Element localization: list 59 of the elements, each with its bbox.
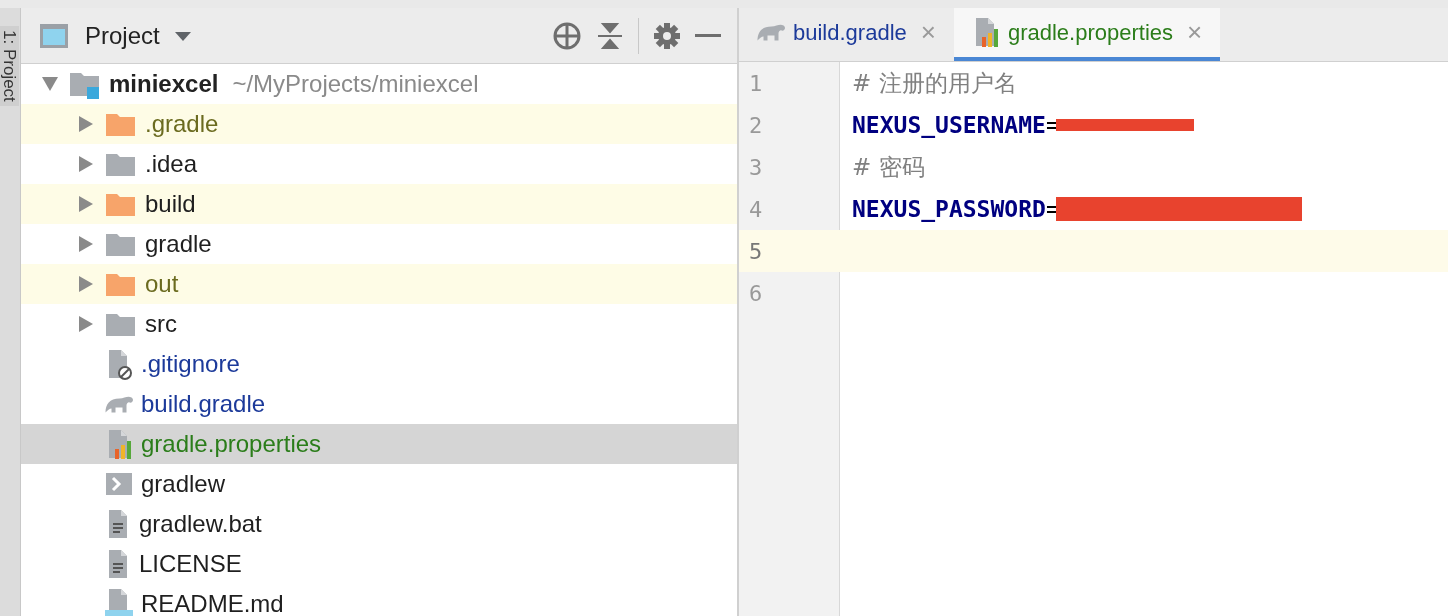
file-name[interactable]: gradle <box>145 230 212 258</box>
editor-tab[interactable]: build.gradle × <box>739 8 954 61</box>
line-number: 5 <box>748 238 764 264</box>
tool-window-tab[interactable]: 1: Project <box>0 26 19 106</box>
project-path: ~/MyProjects/miniexcel <box>232 70 479 98</box>
file-name[interactable]: build.gradle <box>141 390 266 418</box>
tree-row[interactable]: gradle <box>21 224 737 264</box>
minimize-icon[interactable] <box>695 33 721 38</box>
collapse-arrow-icon[interactable] <box>41 75 59 93</box>
file-name[interactable]: .idea <box>145 150 198 178</box>
expand-arrow-icon[interactable] <box>77 315 95 333</box>
line-number: 1 <box>748 70 764 96</box>
line-number: 2 <box>748 112 764 138</box>
file-name[interactable]: out <box>145 270 179 298</box>
elephant-icon <box>105 395 133 413</box>
crosshair-icon[interactable] <box>552 20 582 51</box>
elephant-icon <box>757 24 785 41</box>
tree-row[interactable]: src <box>21 304 737 344</box>
file-name[interactable]: .gradle <box>145 110 219 138</box>
tree-row[interactable]: .idea <box>21 144 737 184</box>
file-name[interactable]: gradlew <box>141 470 226 498</box>
file-name[interactable]: README.md <box>141 590 284 616</box>
expand-arrow-icon[interactable] <box>77 195 95 213</box>
file-name[interactable]: LICENSE <box>139 550 242 578</box>
file-name[interactable]: gradle.properties <box>141 430 322 458</box>
markdown-file-icon <box>105 588 133 616</box>
settings-icon[interactable] <box>653 21 681 50</box>
tree-row[interactable]: out <box>21 264 737 304</box>
file-name[interactable]: src <box>145 310 177 338</box>
tree-row[interactable]: build.gradle <box>21 384 737 424</box>
tree-row[interactable]: .gitignore <box>21 344 737 384</box>
expand-arrow-icon[interactable] <box>77 155 95 173</box>
expand-arrow-icon[interactable] <box>77 235 95 253</box>
tree-row[interactable]: build <box>21 184 737 224</box>
editor-tab[interactable]: gradle.properties × <box>953 8 1221 61</box>
tree-row[interactable]: .gradle <box>21 104 737 144</box>
line-number: 3 <box>748 154 764 180</box>
expand-arrow-icon[interactable] <box>77 115 95 133</box>
window-icon <box>39 22 69 49</box>
terminal-icon <box>105 470 133 498</box>
expand-arrow-icon[interactable] <box>77 275 95 293</box>
collapse-icon[interactable] <box>596 21 624 50</box>
caret-icon[interactable] <box>173 30 192 41</box>
tree-row[interactable]: gradlew.bat <box>21 504 737 544</box>
file-name[interactable]: miniexcel <box>109 70 219 98</box>
file-name[interactable]: build <box>145 190 196 218</box>
code-comment: # 注册的用户名 <box>852 68 1017 98</box>
file-name[interactable]: gradlew.bat <box>139 510 262 538</box>
tree-row[interactable]: LICENSE <box>21 544 737 584</box>
line-number: 4 <box>748 196 764 222</box>
property-key: NEXUS_USERNAME <box>852 112 1046 138</box>
tree-row[interactable]: gradlew <box>21 464 737 504</box>
file-name[interactable]: .gitignore <box>141 350 240 378</box>
panel-title[interactable]: Project <box>85 21 160 50</box>
line-number: 6 <box>748 280 764 306</box>
property-key: NEXUS_PASSWORD <box>852 196 1046 222</box>
tree-row[interactable]: README.md <box>21 584 737 616</box>
code-comment: # 密码 <box>852 152 925 182</box>
tree-row[interactable]: gradle.properties <box>21 424 737 464</box>
